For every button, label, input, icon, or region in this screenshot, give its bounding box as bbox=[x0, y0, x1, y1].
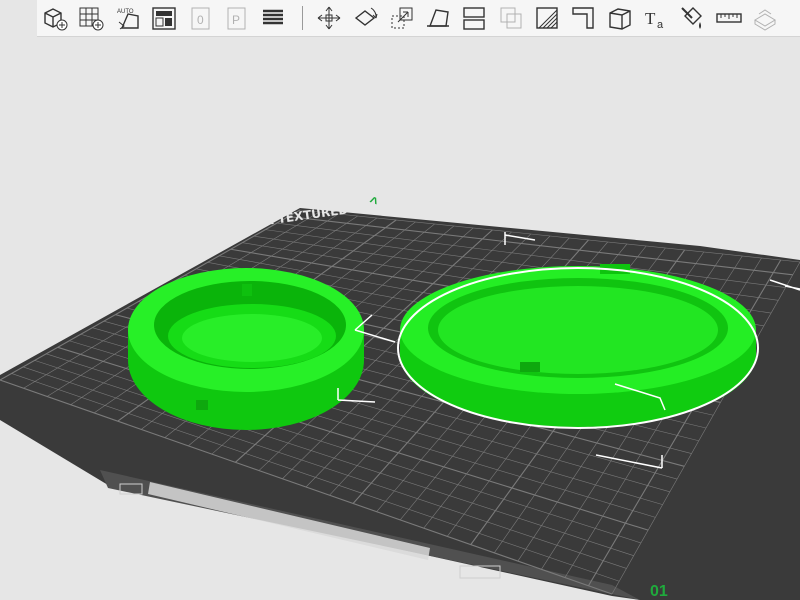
3d-viewport[interactable]: SUPER TEXTURED PLATE ^ 01 bbox=[0, 0, 800, 600]
corner-label: 01 bbox=[650, 583, 668, 600]
object-ring-left[interactable] bbox=[128, 268, 364, 430]
object-cap-right[interactable] bbox=[397, 264, 759, 429]
